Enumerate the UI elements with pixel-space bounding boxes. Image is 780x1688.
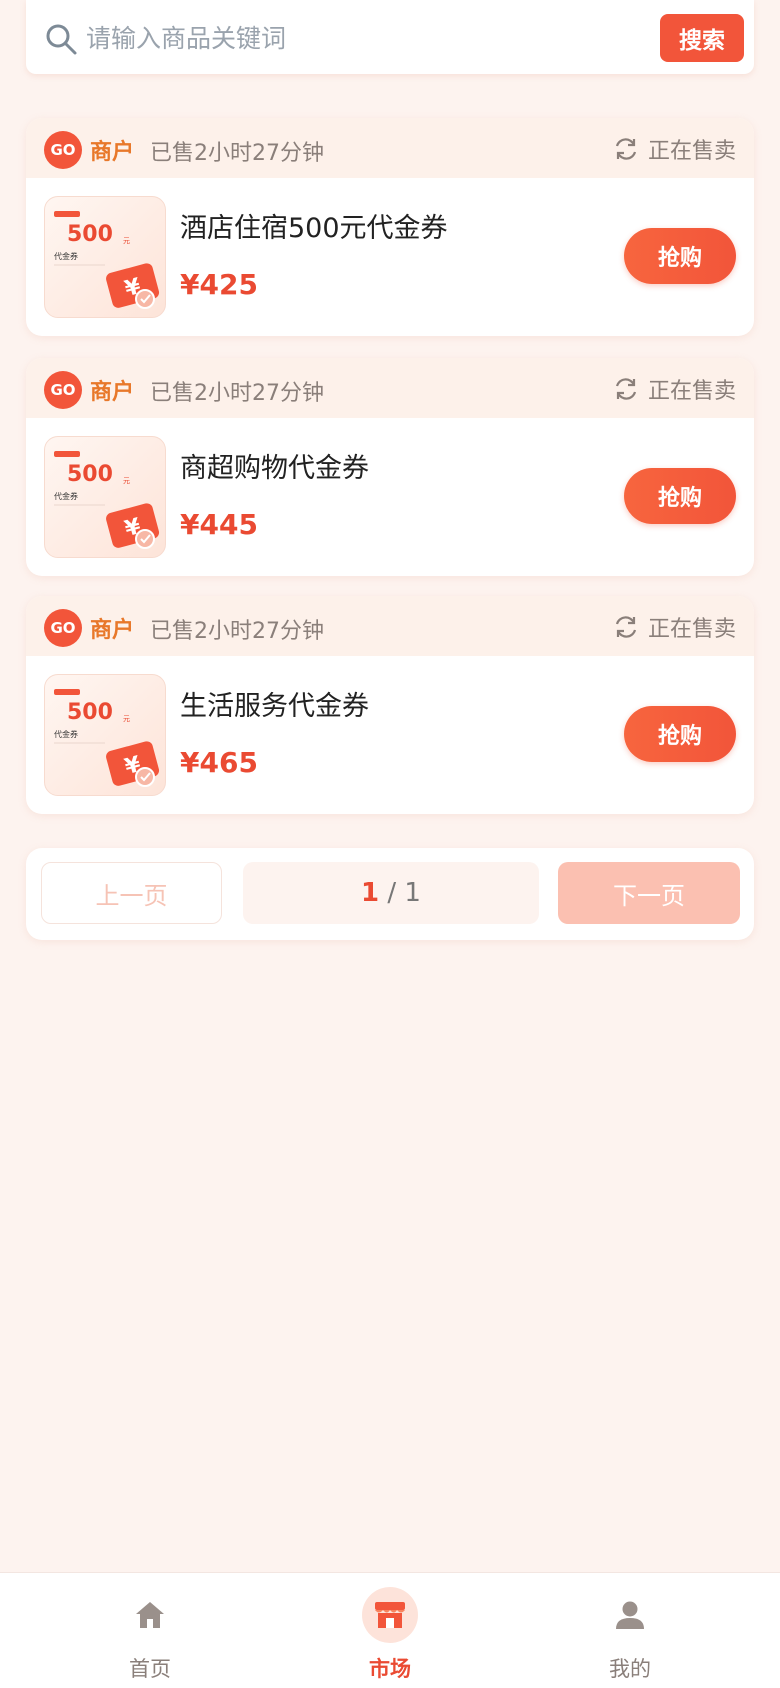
page-separator: / bbox=[379, 878, 405, 908]
store-icon bbox=[362, 1587, 418, 1643]
sold-time: 已售2小时27分钟 bbox=[150, 141, 324, 166]
refresh-icon bbox=[615, 378, 637, 400]
product-card[interactable]: GO 商户 已售2小时27分钟 正在售卖 500 元 bbox=[26, 118, 754, 336]
search-icon bbox=[46, 24, 77, 55]
product-price: ¥445 bbox=[180, 508, 258, 541]
tab-market[interactable]: 市场 bbox=[300, 1573, 480, 1688]
tab-label: 我的 bbox=[609, 1657, 651, 1681]
card-header: GO 商户 已售2小时27分钟 正在售卖 bbox=[26, 118, 754, 178]
voucher-image: 500 元 代金券 ¥ bbox=[54, 451, 160, 549]
thumb-unit: 元 bbox=[123, 715, 130, 723]
product-price: ¥465 bbox=[180, 746, 258, 779]
merchant-label: 商户 bbox=[90, 618, 135, 643]
voucher-image: 500 元 代金券 ¥ bbox=[54, 211, 160, 309]
product-name[interactable]: 生活服务代金券 bbox=[180, 684, 369, 723]
product-card[interactable]: GO 商户 已售2小时27分钟 正在售卖 500 元 bbox=[26, 596, 754, 814]
refresh-icon bbox=[615, 616, 637, 638]
tab-mine[interactable]: 我的 bbox=[540, 1573, 720, 1688]
user-icon bbox=[602, 1587, 658, 1643]
card-header: GO 商户 已售2小时27分钟 正在售卖 bbox=[26, 596, 754, 656]
merchant-avatar: GO bbox=[44, 131, 82, 169]
thumb-title: 代金券 bbox=[54, 491, 78, 501]
merchant-label: 商户 bbox=[90, 380, 135, 405]
pagination: 上一页 1 / 1 下一页 bbox=[26, 848, 754, 940]
thumb-unit: 元 bbox=[123, 237, 130, 245]
total-pages: 1 bbox=[404, 878, 421, 908]
page-indicator: 1 / 1 bbox=[243, 862, 539, 924]
product-name[interactable]: 酒店住宿500元代金券 bbox=[180, 206, 448, 245]
bottom-tab-bar: 首页 市场 我的 bbox=[0, 1572, 780, 1688]
thumb-unit: 元 bbox=[123, 477, 130, 485]
merchant-label: 商户 bbox=[90, 140, 135, 165]
sale-status: 正在售卖 bbox=[612, 611, 736, 643]
thumb-amount: 500 bbox=[67, 222, 113, 247]
buy-button[interactable]: 抢购 bbox=[624, 468, 736, 524]
status-text: 正在售卖 bbox=[647, 617, 736, 642]
sold-time: 已售2小时27分钟 bbox=[150, 381, 324, 406]
sale-status: 正在售卖 bbox=[612, 133, 736, 165]
tab-home[interactable]: 首页 bbox=[60, 1573, 240, 1688]
status-text: 正在售卖 bbox=[647, 139, 736, 164]
sold-time: 已售2小时27分钟 bbox=[150, 619, 324, 644]
search-button[interactable]: 搜索 bbox=[660, 14, 744, 62]
refresh-icon bbox=[615, 138, 637, 160]
product-price: ¥425 bbox=[180, 268, 258, 301]
search-bar: 搜索 bbox=[26, 0, 754, 74]
product-card[interactable]: GO 商户 已售2小时27分钟 正在售卖 500 元 bbox=[26, 358, 754, 576]
card-header: GO 商户 已售2小时27分钟 正在售卖 bbox=[26, 358, 754, 418]
tab-label: 首页 bbox=[129, 1657, 171, 1681]
thumb-title: 代金券 bbox=[54, 729, 78, 739]
thumb-amount: 500 bbox=[67, 462, 113, 487]
merchant-avatar: GO bbox=[44, 609, 82, 647]
buy-button[interactable]: 抢购 bbox=[624, 706, 736, 762]
search-input[interactable] bbox=[86, 14, 666, 62]
product-name[interactable]: 商超购物代金券 bbox=[180, 446, 369, 485]
thumb-amount: 500 bbox=[67, 700, 113, 725]
buy-button[interactable]: 抢购 bbox=[624, 228, 736, 284]
product-image[interactable]: 500 元 代金券 ¥ bbox=[44, 436, 166, 558]
current-page: 1 bbox=[361, 878, 380, 908]
voucher-image: 500 元 代金券 ¥ bbox=[54, 689, 160, 787]
status-text: 正在售卖 bbox=[647, 379, 736, 404]
merchant-avatar: GO bbox=[44, 371, 82, 409]
next-page-button[interactable]: 下一页 bbox=[558, 862, 740, 924]
product-image[interactable]: 500 元 代金券 ¥ bbox=[44, 196, 166, 318]
product-image[interactable]: 500 元 代金券 ¥ bbox=[44, 674, 166, 796]
prev-page-button[interactable]: 上一页 bbox=[41, 862, 222, 924]
thumb-title: 代金券 bbox=[54, 251, 78, 261]
sale-status: 正在售卖 bbox=[612, 373, 736, 405]
home-icon bbox=[122, 1587, 178, 1643]
tab-label: 市场 bbox=[369, 1657, 411, 1681]
